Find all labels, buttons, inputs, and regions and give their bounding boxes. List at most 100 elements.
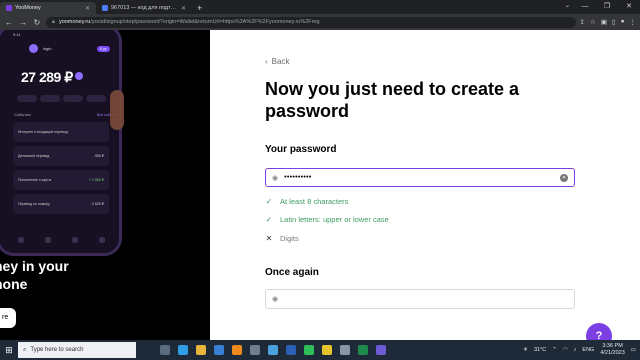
cross-icon: ✕ (265, 234, 273, 243)
weather-icon[interactable]: ☀ (523, 347, 528, 353)
phone-time: 9:41 (13, 32, 21, 37)
clear-icon[interactable]: ✕ (560, 173, 568, 182)
promo-panel: 9:41 login 6 ур 27 289 ₽ События Все соб… (0, 30, 210, 340)
page-title: Now you just need to create a password (265, 79, 520, 121)
yoomoney-favicon-icon (6, 5, 12, 11)
photos-icon[interactable] (268, 345, 278, 355)
system-tray: ☀ 31°C ⌃ ◠ ♪ ENG 3:36 PM 4/21/2023 ▭ (523, 340, 636, 360)
chevron-left-icon: ‹ (265, 57, 268, 66)
new-tab-button[interactable]: + (192, 2, 207, 14)
phone-mockup: 9:41 login 6 ур 27 289 ₽ События Все соб… (0, 30, 122, 256)
tab-search-icon[interactable]: ⌄ (565, 2, 570, 9)
weather-temp: 31°C (533, 347, 547, 353)
list-item-amount: - 900 ₽ (92, 154, 104, 158)
lock-icon: 🔒︎ (52, 18, 55, 25)
list-item: Интернет и входящий перевод (13, 122, 109, 142)
rule-latin-letters: ✓ Latin letters: upper or lower case (265, 215, 389, 224)
hand-illustration (110, 90, 124, 130)
promo-line-1: ney in your (0, 258, 69, 274)
url-path: /yooid/signup/step/password?origin=Walle… (90, 19, 320, 25)
mail-favicon-icon (102, 5, 108, 11)
excel-icon[interactable] (358, 345, 368, 355)
clock[interactable]: 3:36 PM 4/21/2023 (600, 343, 624, 357)
list-item: Перевод по номеру - 2 620 ₽ (13, 194, 109, 214)
minimize-icon[interactable]: — (574, 0, 596, 14)
back-arrow-icon[interactable]: ← (4, 18, 14, 27)
address-bar[interactable]: 🔒︎ yoomoney.ru/yooid/signup/step/passwor… (46, 16, 576, 28)
phone-events-label: События (14, 112, 31, 117)
whatsapp-icon[interactable] (304, 345, 314, 355)
vlc-icon[interactable] (232, 345, 242, 355)
list-item-amount: + 1 500 ₽ (89, 178, 104, 182)
page-viewport: 9:41 login 6 ур 27 289 ₽ События Все соб… (0, 30, 640, 340)
url-domain: yoomoney.ru (58, 19, 91, 25)
extensions-icon[interactable]: ▣ (601, 18, 607, 26)
volume-icon[interactable]: ♪ (574, 347, 577, 353)
tab-email-code[interactable]: 967013 — код для подтвержде ✕ (96, 2, 192, 14)
chrome-icon[interactable] (322, 345, 332, 355)
sidebar-icon[interactable]: ▯ (612, 18, 616, 26)
search-icon: ⌕ (23, 346, 27, 353)
tab-yoomoney[interactable]: YooMoney ✕ (0, 2, 96, 14)
eye-icon[interactable]: ◉ (272, 295, 278, 303)
bookmark-star-icon[interactable]: ☆ (590, 18, 596, 26)
help-button[interactable]: ? (586, 323, 612, 340)
rule-text: Latin letters: upper or lower case (280, 215, 389, 224)
plus-icon (75, 72, 83, 80)
status-badge: 6 ур (97, 46, 110, 52)
wifi-icon[interactable]: ◠ (563, 347, 568, 353)
phone-action-pills (17, 95, 106, 102)
password-value: •••••••••• (284, 174, 312, 181)
clock-time: 3:36 PM (602, 343, 623, 349)
list-item-name: Пополнение с карты (18, 178, 52, 182)
windows-start-icon[interactable]: ⊞ (0, 340, 18, 360)
app-icon[interactable] (376, 345, 386, 355)
phone-login: login (43, 46, 52, 51)
maximize-icon[interactable]: ❐ (596, 0, 618, 14)
taskbar-search-placeholder: Type here to search (30, 347, 84, 353)
forward-arrow-icon[interactable]: → (18, 18, 28, 27)
browser-toolbar: ← → ↻ 🔒︎ yoomoney.ru/yooid/signup/step/p… (0, 14, 640, 30)
edge-icon[interactable] (178, 345, 188, 355)
notification-icon[interactable]: ▭ (631, 347, 636, 353)
list-item-name: Интернет и входящий перевод (18, 130, 68, 134)
phone-tabbar (7, 237, 115, 243)
window-controls: — ❐ ✕ (574, 0, 640, 14)
list-item: Пополнение с карты + 1 500 ₽ (13, 170, 109, 190)
language-indicator[interactable]: ENG (582, 347, 594, 353)
close-tab-icon[interactable]: ✕ (85, 5, 90, 12)
share-icon[interactable]: ⇪ (580, 18, 585, 26)
password-label: Your password (265, 144, 337, 155)
promo-more-button[interactable]: re (0, 308, 16, 328)
password-field[interactable]: ◉ •••••••••• ✕ (265, 168, 575, 187)
close-window-icon[interactable]: ✕ (618, 0, 640, 14)
clock-date: 4/21/2023 (600, 350, 625, 356)
back-link[interactable]: ‹ Back (265, 57, 289, 66)
file-explorer-icon[interactable] (196, 345, 206, 355)
promo-line-2: hone (0, 276, 28, 292)
reload-icon[interactable]: ↻ (32, 18, 42, 27)
confirm-password-label: Once again (265, 267, 319, 278)
rule-digits: ✕ Digits (265, 234, 299, 243)
camera-icon[interactable] (250, 345, 260, 355)
rule-text: At least 8 characters (280, 197, 349, 206)
check-icon: ✓ (265, 197, 273, 206)
confirm-password-field[interactable]: ◉ (265, 289, 575, 309)
word-icon[interactable] (286, 345, 296, 355)
task-view-icon[interactable] (160, 345, 170, 355)
close-tab-icon[interactable]: ✕ (181, 5, 186, 12)
list-item: Денежный перевод - 900 ₽ (13, 146, 109, 166)
promo-text: ney in your hone (0, 257, 69, 293)
taskbar-search-input[interactable]: ⌕ Type here to search (18, 342, 136, 358)
tray-chevron-icon[interactable]: ⌃ (552, 347, 557, 353)
store-icon[interactable] (214, 345, 224, 355)
profile-icon[interactable]: ● (621, 18, 625, 26)
tab-title: 967013 — код для подтвержде (111, 5, 178, 11)
eye-icon[interactable]: ◉ (272, 174, 278, 182)
phone-balance: 27 289 ₽ (21, 69, 73, 85)
rule-text: Digits (280, 234, 299, 243)
menu-icon[interactable]: ⋮ (630, 18, 637, 26)
windows-taskbar: ⊞ ⌕ Type here to search ☀ 31°C ⌃ ◠ ♪ ENG… (0, 340, 640, 360)
back-label: Back (271, 57, 290, 66)
settings-icon[interactable] (340, 345, 350, 355)
